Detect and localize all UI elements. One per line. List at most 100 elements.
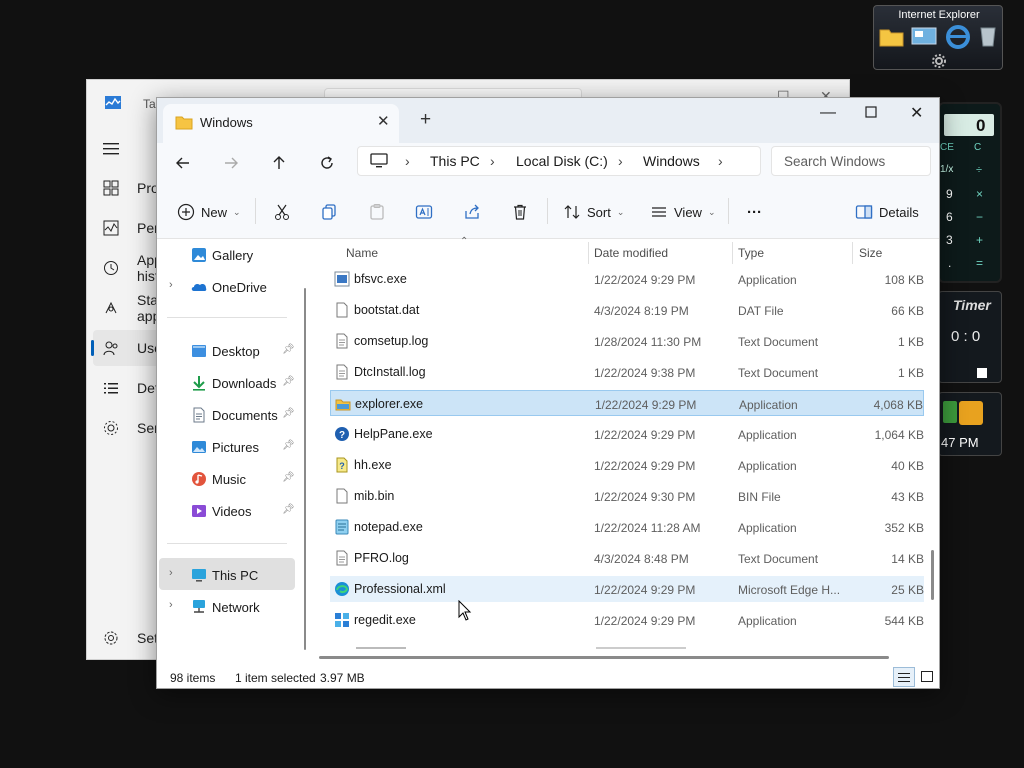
- calc-key[interactable]: −: [976, 210, 983, 224]
- calc-key[interactable]: ×: [976, 187, 983, 201]
- search-box[interactable]: Search Windows: [771, 146, 931, 176]
- file-row[interactable]: comsetup.log 1/28/2024 11:30 PM Text Docum…: [330, 328, 924, 354]
- view-button[interactable]: View ⌄: [650, 202, 716, 222]
- file-row[interactable]: Professional.xml 1/22/2024 9:29 PM Microso…: [330, 576, 924, 602]
- calc-key[interactable]: .: [948, 256, 951, 270]
- back-button[interactable]: [171, 152, 195, 174]
- calc-key[interactable]: C: [974, 142, 981, 153]
- copy-button[interactable]: [320, 202, 338, 222]
- minimize-button[interactable]: —: [820, 104, 836, 122]
- calc-key[interactable]: +: [976, 233, 983, 247]
- file-row[interactable]: DtcInstall.log 1/22/2024 9:38 PM Text Docu…: [330, 359, 924, 385]
- chevron-down-icon: ⌄: [233, 206, 241, 217]
- expand-chevron-icon[interactable]: ›: [169, 599, 173, 611]
- file-row[interactable]: explorer.exe 1/22/2024 9:29 PM Application…: [330, 390, 924, 416]
- forward-button[interactable]: [219, 152, 243, 174]
- sidebar-item-label: Videos: [212, 504, 252, 519]
- gadget-app-icons[interactable]: [878, 22, 1000, 50]
- new-label: New: [201, 204, 228, 220]
- calc-key[interactable]: CE: [940, 142, 954, 153]
- pin-icon[interactable]: 📌︎: [282, 440, 295, 451]
- breadcrumb-local-disk[interactable]: Local Disk (C:): [516, 153, 608, 169]
- sidebar-item-downloads[interactable]: Downloads 📌︎: [157, 369, 297, 397]
- column-divider[interactable]: [732, 242, 733, 264]
- file-row[interactable]: PFRO.log 4/3/2024 8:48 PM Text Document 14 …: [330, 545, 924, 571]
- breadcrumb-windows[interactable]: Windows: [643, 153, 700, 169]
- breadcrumb-chevron-icon[interactable]: ›: [718, 153, 723, 169]
- downloads-icon: [193, 376, 205, 391]
- column-divider[interactable]: [588, 242, 589, 264]
- gadget-green-icon[interactable]: [943, 401, 957, 423]
- column-header-type[interactable]: Type: [738, 246, 764, 260]
- pin-icon[interactable]: 📌︎: [282, 344, 295, 355]
- file-list: ⌃ Name Date modified Type Size bfsvc.exe…: [314, 236, 926, 652]
- pin-icon[interactable]: 📌︎: [282, 472, 295, 483]
- svg-text:?: ?: [339, 461, 345, 471]
- file-row[interactable]: ? HelpPane.exe 1/22/2024 9:29 PM Applicatio…: [330, 421, 924, 447]
- calc-key[interactable]: 6: [946, 210, 953, 224]
- share-button[interactable]: [463, 202, 481, 222]
- sidebar-item-music[interactable]: Music 📌︎: [157, 465, 297, 493]
- hamburger-icon[interactable]: [103, 142, 119, 156]
- sidebar-item-this-pc[interactable]: › This PC: [157, 561, 297, 589]
- file-type: Microsoft Edge H...: [738, 583, 841, 597]
- sidebar-item-pictures[interactable]: Pictures 📌︎: [157, 433, 297, 461]
- calc-key[interactable]: ÷: [976, 164, 982, 176]
- rename-button[interactable]: [415, 202, 433, 222]
- column-header-date[interactable]: Date modified: [594, 246, 668, 260]
- new-button[interactable]: New ⌄: [177, 202, 241, 222]
- up-button[interactable]: [267, 152, 291, 174]
- column-header-size[interactable]: Size: [859, 246, 882, 260]
- new-tab-button[interactable]: +: [420, 109, 431, 131]
- calc-key[interactable]: 1/x: [940, 164, 953, 175]
- sidebar-item-documents[interactable]: Documents 📌︎: [157, 401, 297, 429]
- close-button[interactable]: ✕: [910, 103, 923, 123]
- sidebar-item-onedrive[interactable]: › OneDrive: [157, 273, 297, 301]
- delete-button[interactable]: [511, 202, 529, 222]
- key-icon[interactable]: [959, 401, 983, 425]
- refresh-button[interactable]: [315, 152, 339, 174]
- close-tab-icon[interactable]: ✕: [377, 112, 390, 130]
- pin-icon[interactable]: 📌︎: [282, 408, 295, 419]
- file-row[interactable]: mib.bin 1/22/2024 9:30 PM BIN File 43 KB: [330, 483, 924, 509]
- details-pane-button[interactable]: Details: [855, 202, 919, 222]
- column-divider[interactable]: [852, 242, 853, 264]
- maximize-button[interactable]: [865, 106, 877, 118]
- pin-icon[interactable]: 📌︎: [282, 376, 295, 387]
- sidebar-item-network[interactable]: › Network: [157, 593, 297, 621]
- calc-key[interactable]: 3: [946, 233, 953, 247]
- gadget-gear-icon[interactable]: [931, 53, 947, 69]
- file-row[interactable]: regedit.exe 1/22/2024 9:29 PM Application 5…: [330, 607, 924, 633]
- timer-stop-button[interactable]: [977, 368, 987, 378]
- expand-chevron-icon[interactable]: ›: [169, 279, 173, 291]
- file-text-icon: [336, 364, 348, 380]
- sort-button[interactable]: Sort ⌄: [563, 202, 624, 222]
- file-row[interactable]: bfsvc.exe 1/22/2024 9:29 PM Application 108…: [330, 266, 924, 292]
- explorer-tab[interactable]: Windows ✕: [163, 104, 399, 143]
- file-row[interactable]: ? hh.exe 1/22/2024 9:29 PM Application 40 KB: [330, 452, 924, 478]
- pin-icon[interactable]: 📌︎: [282, 504, 295, 515]
- details-view-button[interactable]: [893, 667, 915, 687]
- file-row[interactable]: bootstat.dat 4/3/2024 8:19 PM DAT File 66 K…: [330, 297, 924, 323]
- file-size: 1 KB: [897, 335, 924, 349]
- documents-icon: [193, 407, 205, 423]
- breadcrumb-this-pc[interactable]: This PC: [430, 153, 480, 169]
- calc-key[interactable]: 9: [946, 187, 953, 201]
- column-header-name[interactable]: Name: [346, 246, 378, 260]
- cut-button[interactable]: [273, 202, 291, 222]
- chevron-down-icon: ⌄: [616, 206, 625, 217]
- calc-key[interactable]: =: [976, 256, 983, 270]
- sidebar-item-videos[interactable]: Videos 📌︎: [157, 497, 297, 525]
- more-options-button[interactable]: ···: [747, 202, 762, 222]
- paste-button[interactable]: [368, 202, 386, 222]
- sidebar-scrollbar[interactable]: [304, 288, 306, 650]
- expand-chevron-icon[interactable]: ›: [169, 567, 173, 579]
- share-icon: [465, 204, 479, 219]
- horizontal-scrollbar[interactable]: [319, 656, 889, 659]
- file-row[interactable]: notepad.exe 1/22/2024 11:28 AM Application…: [330, 514, 924, 540]
- file-list-scrollbar[interactable]: [931, 550, 934, 600]
- sidebar-item-desktop[interactable]: Desktop 📌︎: [157, 337, 297, 365]
- tiles-view-button[interactable]: [919, 668, 935, 686]
- breadcrumb-chevron-icon: ›: [618, 153, 623, 169]
- sidebar-item-gallery[interactable]: Gallery: [157, 241, 297, 269]
